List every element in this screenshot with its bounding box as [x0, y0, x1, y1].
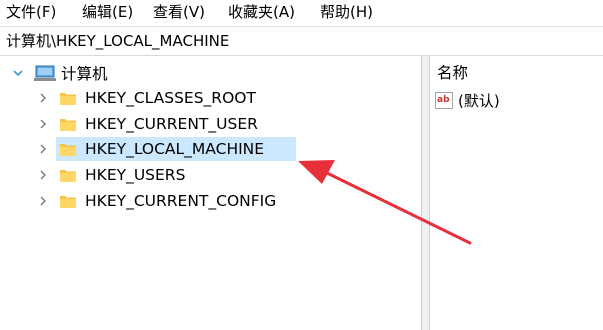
pane-splitter[interactable] [421, 56, 430, 330]
folder-icon [60, 119, 76, 131]
chevron-right-icon[interactable] [37, 137, 49, 161]
address-bar[interactable]: 计算机\HKEY_LOCAL_MACHINE [0, 26, 603, 56]
string-value-icon: ab [435, 92, 453, 109]
menu-favorites[interactable]: 收藏夹(A) [228, 2, 295, 22]
folder-icon [60, 170, 76, 182]
computer-icon [34, 65, 56, 81]
key-tree-pane: 计算机 HKEY_CLASSES_ROOT HKEY_CURRENT_USER [0, 56, 421, 330]
address-path: 计算机\HKEY_LOCAL_MACHINE [6, 32, 230, 50]
tree-root-label: 计算机 [61, 65, 108, 83]
chevron-right-icon[interactable] [37, 189, 49, 213]
menu-file[interactable]: 文件(F) [6, 2, 56, 22]
tree-item-label: HKEY_LOCAL_MACHINE [85, 140, 265, 158]
tree-item-hkey-local-machine[interactable]: HKEY_LOCAL_MACHINE [0, 137, 421, 161]
tree-item-label: HKEY_CURRENT_USER [85, 115, 258, 133]
chevron-right-icon[interactable] [37, 86, 49, 110]
chevron-right-icon[interactable] [37, 163, 49, 187]
folder-icon [60, 196, 76, 208]
tree-root-computer[interactable]: 计算机 [0, 62, 200, 86]
menu-bar: 文件(F) 编辑(E) 查看(V) 收藏夹(A) 帮助(H) [0, 0, 603, 24]
menu-view[interactable]: 查看(V) [153, 2, 205, 22]
values-pane: 名称 ab (默认) [430, 56, 603, 330]
folder-icon [60, 144, 76, 156]
menu-help[interactable]: 帮助(H) [320, 2, 373, 22]
folder-icon [60, 93, 76, 105]
column-header-name[interactable]: 名称 [437, 62, 468, 84]
tree-item-label: HKEY_USERS [85, 166, 186, 184]
chevron-right-icon[interactable] [37, 112, 49, 136]
tree-item-label: HKEY_CLASSES_ROOT [85, 89, 256, 107]
chevron-down-icon[interactable] [12, 62, 24, 86]
tree-item-hkey-classes-root[interactable]: HKEY_CLASSES_ROOT [0, 86, 421, 110]
tree-item-label: HKEY_CURRENT_CONFIG [85, 192, 277, 210]
tree-item-hkey-users[interactable]: HKEY_USERS [0, 163, 421, 187]
value-name: (默认) [458, 92, 500, 110]
menu-edit[interactable]: 编辑(E) [82, 2, 133, 22]
tree-item-hkey-current-config[interactable]: HKEY_CURRENT_CONFIG [0, 189, 421, 213]
tree-item-hkey-current-user[interactable]: HKEY_CURRENT_USER [0, 112, 421, 136]
